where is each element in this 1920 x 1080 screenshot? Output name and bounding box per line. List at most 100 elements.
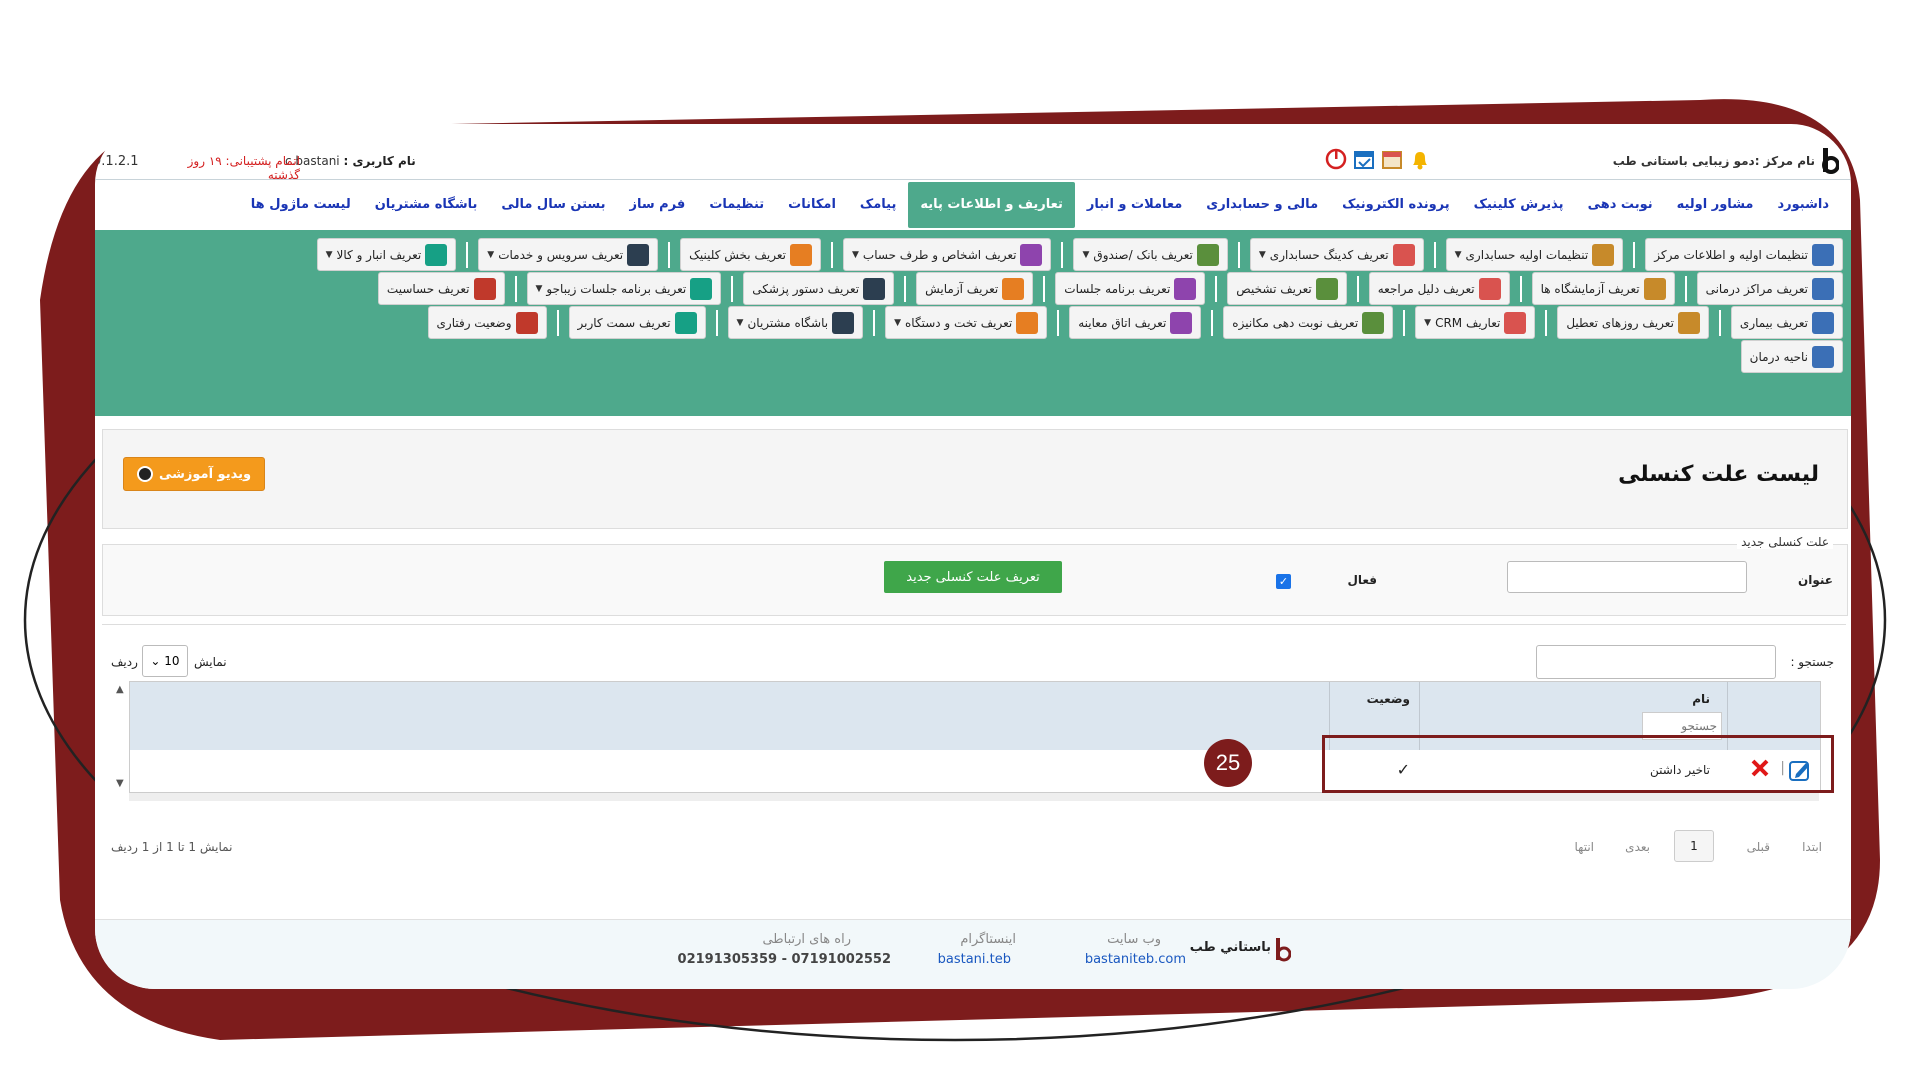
website-link[interactable]: bastaniteb.com [1085, 952, 1186, 967]
toolbar-button-row3-5[interactable]: تعریف تخت و دستگاه ▼ [885, 306, 1048, 339]
toolbar-button-row3-0[interactable]: تعریف بیماری [1730, 306, 1843, 339]
toolbar-separator [1684, 275, 1687, 302]
instagram-link[interactable]: bastani.teb [938, 952, 1011, 967]
toolbar-button-label: تعریف بیماری [1739, 315, 1808, 330]
toolbar-button-label: تعریف آزمایش [925, 281, 999, 296]
toolbar-button-row1-6[interactable]: تعریف سرویس و خدمات ▼ [478, 238, 659, 271]
table-summary: نمایش 1 تا 1 از 1 ردیف [111, 840, 233, 854]
pager-last[interactable]: انتها [1575, 840, 1594, 854]
pager-first[interactable]: ابتدا [1802, 840, 1822, 854]
toolbar-button-row4-0[interactable]: ناحیه درمان [1740, 340, 1843, 373]
nav-item-3[interactable]: پذیرش کلینیک [1462, 182, 1576, 228]
toolbar-button-label: تعاریف CRM [1435, 315, 1501, 330]
nav-item-6[interactable]: معاملات و انبار [1075, 182, 1194, 228]
dropdown-caret-icon: ▼ [487, 249, 495, 260]
title-input[interactable] [1507, 561, 1747, 593]
toolbar-button-row2-2[interactable]: تعریف دلیل مراجعه [1368, 272, 1510, 305]
toolbar-button-row3-2[interactable]: تعاریف CRM ▼ [1415, 306, 1536, 339]
column-header-name[interactable]: نام [1692, 692, 1710, 706]
scroll-up-icon[interactable]: ▲ [116, 684, 124, 695]
toolbar-separator [715, 309, 718, 336]
toolbar-button-row3-1[interactable]: تعریف روزهای تعطیل [1557, 306, 1709, 339]
toolbar-button-row3-8[interactable]: وضعیت رفتاری [427, 306, 547, 339]
toolbar-button-row2-6[interactable]: تعریف دستور پزشکی [743, 272, 895, 305]
pager-next[interactable]: بعدی [1625, 840, 1650, 854]
toolbar-separator [1215, 275, 1218, 302]
page-size-value: 10 [164, 654, 180, 668]
table-search-input[interactable] [1536, 645, 1776, 679]
toolbar-button-row2-7[interactable]: تعریف برنامه جلسات زیباجو ▼ [526, 272, 722, 305]
video-tutorial-button[interactable]: ویدیو آموزشی [123, 457, 265, 491]
toolbar-button-row3-4[interactable]: تعریف اتاق معاینه [1069, 306, 1202, 339]
footer-brand: باستاني طب [1189, 940, 1271, 955]
column-header-status[interactable]: وضعیت [1367, 692, 1410, 706]
toolbar-button-label: تعریف انبار و کالا [336, 247, 422, 262]
toolbar-button-row1-4[interactable]: تعریف اشخاص و طرف حساب ▼ [842, 238, 1052, 271]
nav-item-12[interactable]: بستن سال مالی [489, 182, 617, 228]
bell-icon[interactable] [1409, 148, 1431, 170]
toolbar-separator [1043, 275, 1046, 302]
nav-item-8[interactable]: پیامک [848, 182, 908, 228]
instagram-label: اینستاگرام [960, 932, 1016, 947]
toolbar-button-row1-1[interactable]: تنظیمات اولیه حسابداری ▼ [1445, 238, 1624, 271]
pager-prev[interactable]: قبلی [1747, 840, 1770, 854]
toolbar-button-row2-8[interactable]: تعریف حساسیت [377, 272, 505, 305]
nav-item-2[interactable]: نوبت دهی [1576, 182, 1665, 228]
toolbar-button-row2-1[interactable]: تعریف آزمایشگاه ها [1531, 272, 1675, 305]
definition-icon [674, 311, 697, 334]
toolbar-button-label: تعریف اتاق معاینه [1078, 315, 1167, 330]
definition-icon [1812, 243, 1834, 266]
definition-icon [1812, 277, 1834, 300]
nav-item-10[interactable]: تنظیمات [697, 182, 776, 228]
nav-item-1[interactable]: مشاور اولیه [1665, 182, 1766, 228]
nav-item-11[interactable]: فرم ساز [618, 182, 698, 228]
toolbar-separator [731, 275, 734, 302]
definition-icon [832, 311, 855, 334]
toolbar-separator [1633, 241, 1636, 268]
footer-logo-icon [1276, 938, 1291, 962]
toolbar-button-row1-5[interactable]: تعریف بخش کلینیک [680, 238, 821, 271]
app-version: V 9.1.2.1 [95, 154, 139, 169]
toolbar-button-row1-0[interactable]: تنظیمات اولیه و اطلاعات مرکز [1645, 238, 1843, 271]
calendar-icon[interactable] [1381, 148, 1403, 170]
footer: باستاني طب وب سایت bastaniteb.com اینستا… [95, 919, 1851, 989]
toolbar-button-row1-2[interactable]: تعریف کدینگ حسابداری ▼ [1249, 238, 1424, 271]
nav-item-14[interactable]: لیست ماژول ها [239, 182, 363, 228]
power-icon[interactable] [1325, 148, 1347, 170]
toolbar-button-row2-0[interactable]: تعریف مراکز درمانی [1696, 272, 1843, 305]
toolbar-button-label: باشگاه مشتریان [747, 315, 829, 330]
horizontal-scrollbar[interactable] [129, 793, 1819, 801]
nav-item-7[interactable]: تعاریف و اطلاعات پایه [908, 181, 1075, 228]
nav-item-4[interactable]: پرونده الکترونیک [1330, 182, 1462, 228]
dropdown-caret-icon: ▼ [736, 317, 744, 328]
nav-item-0[interactable]: داشبورد [1765, 182, 1841, 228]
nav-item-13[interactable]: باشگاه مشتریان [363, 182, 490, 228]
calendar-check-icon[interactable] [1353, 148, 1375, 170]
toolbar-separator [1237, 241, 1240, 268]
nav-item-5[interactable]: مالی و حسابداری [1194, 182, 1330, 228]
toolbar-button-row3-6[interactable]: باشگاه مشتریان ▼ [727, 306, 864, 339]
toolbar-button-label: تنظیمات اولیه و اطلاعات مرکز [1654, 247, 1808, 262]
active-checkbox[interactable]: ✓ [1276, 574, 1291, 589]
definition-icon [1392, 243, 1415, 266]
definition-icon [1643, 277, 1666, 300]
scroll-down-icon[interactable]: ▼ [116, 778, 124, 789]
toolbar-button-row3-7[interactable]: تعریف سمت کاربر [568, 306, 706, 339]
toolbar-separator [873, 309, 876, 336]
toolbar-button-row2-3[interactable]: تعریف تشخیص [1227, 272, 1347, 305]
toolbar-button-row1-3[interactable]: تعریف بانک /صندوق ▼ [1073, 238, 1228, 271]
nav-item-9[interactable]: امکانات [776, 182, 848, 228]
toolbar-button-row2-4[interactable]: تعریف برنامه جلسات [1055, 272, 1206, 305]
toolbar-button-row2-5[interactable]: تعریف آزمایش [916, 272, 1034, 305]
toolbar-button-label: تعریف سرویس و خدمات [498, 247, 624, 262]
dropdown-caret-icon: ▼ [894, 317, 902, 328]
toolbar-button-label: تعریف بخش کلینیک [689, 247, 786, 262]
create-cancel-reason-button[interactable]: تعریف علت کنسلی جدید [884, 561, 1062, 593]
user-label: نام کاربری : [343, 154, 416, 168]
page-size-select[interactable]: 10 ⌄ [142, 645, 188, 677]
toolbar-button-row3-3[interactable]: تعریف نوبت دهی مکانیزه [1223, 306, 1394, 339]
pager-current[interactable]: 1 [1674, 830, 1714, 862]
toolbar-button-row1-7[interactable]: تعریف انبار و کالا ▼ [316, 238, 457, 271]
toolbar-row-2: تعریف مراکز درمانی تعریف آزمایشگاه ها تعری… [377, 272, 1843, 305]
toolbar-separator [830, 241, 833, 268]
